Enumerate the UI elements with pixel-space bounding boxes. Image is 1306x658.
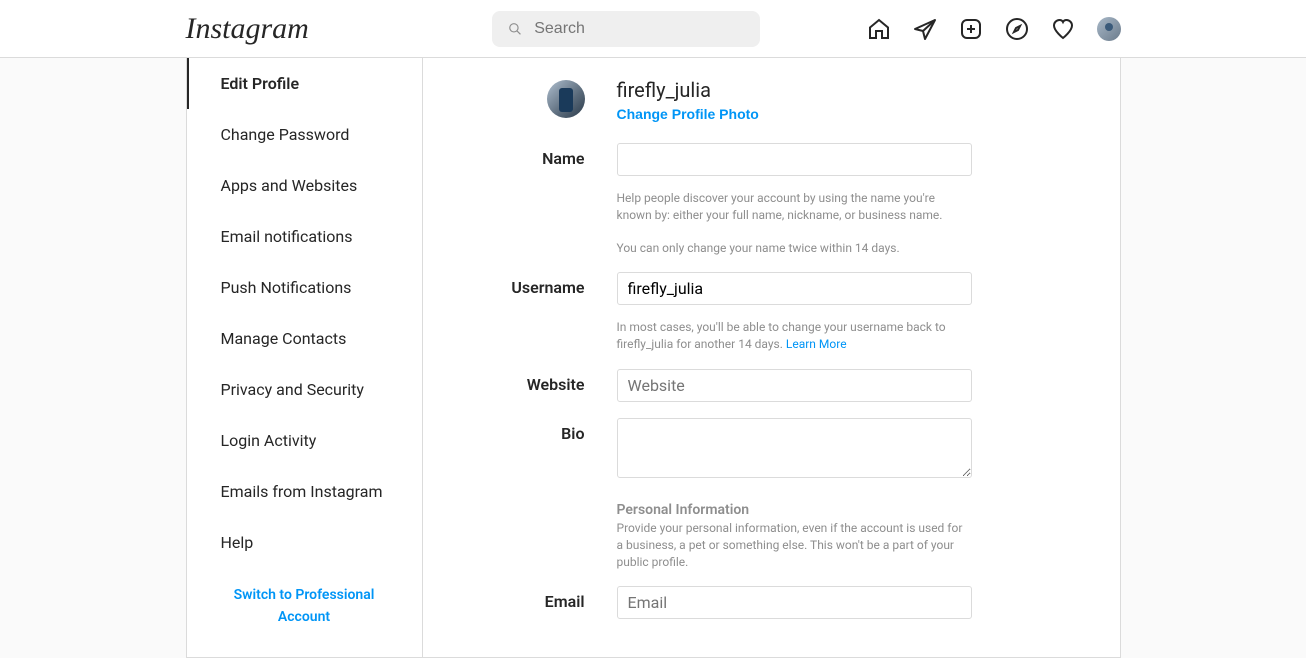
bio-input[interactable]	[617, 418, 972, 478]
personal-info-heading: Personal Information	[617, 502, 972, 518]
username-input[interactable]	[617, 272, 972, 305]
switch-professional-link[interactable]: Switch to Professional Account	[187, 568, 422, 645]
sidebar-item-edit-profile[interactable]: Edit Profile	[187, 58, 422, 109]
username-help: In most cases, you'll be able to change …	[617, 319, 972, 353]
new-post-icon[interactable]	[959, 17, 983, 41]
sidebar-item-apps-websites[interactable]: Apps and Websites	[187, 160, 422, 211]
nav-icons	[867, 17, 1121, 41]
learn-more-link[interactable]: Learn More	[786, 337, 847, 351]
home-icon[interactable]	[867, 17, 891, 41]
personal-info-help: Provide your personal information, even …	[617, 520, 972, 570]
sidebar-item-login-activity[interactable]: Login Activity	[187, 415, 422, 466]
sidebar-item-privacy-security[interactable]: Privacy and Security	[187, 364, 422, 415]
settings-container: Edit Profile Change Password Apps and We…	[186, 58, 1121, 658]
search-input[interactable]	[534, 20, 744, 38]
name-help-2: You can only change your name twice with…	[617, 240, 972, 257]
sidebar-item-emails-from-instagram[interactable]: Emails from Instagram	[187, 466, 422, 517]
messenger-icon[interactable]	[913, 17, 937, 41]
name-input[interactable]	[617, 143, 972, 176]
profile-header: firefly_julia Change Profile Photo	[423, 78, 1120, 123]
website-label: Website	[423, 369, 617, 402]
settings-main: firefly_julia Change Profile Photo Name …	[423, 58, 1120, 657]
username-title: firefly_julia	[617, 78, 759, 102]
name-label: Name	[423, 143, 617, 256]
username-label: Username	[423, 272, 617, 353]
name-help-1: Help people discover your account by usi…	[617, 190, 972, 224]
top-nav: Instagram	[0, 0, 1306, 58]
change-profile-photo-button[interactable]: Change Profile Photo	[617, 106, 759, 122]
website-input[interactable]	[617, 369, 972, 402]
sidebar-item-email-notifications[interactable]: Email notifications	[187, 211, 422, 262]
explore-icon[interactable]	[1005, 17, 1029, 41]
sidebar-item-change-password[interactable]: Change Password	[187, 109, 422, 160]
bio-label: Bio	[423, 418, 617, 570]
email-label: Email	[423, 586, 617, 619]
search-icon	[508, 21, 522, 37]
email-input[interactable]	[617, 586, 972, 619]
search-box[interactable]	[492, 11, 760, 47]
sidebar-item-push-notifications[interactable]: Push Notifications	[187, 262, 422, 313]
activity-icon[interactable]	[1051, 17, 1075, 41]
profile-avatar-nav[interactable]	[1097, 17, 1121, 41]
instagram-logo[interactable]: Instagram	[186, 12, 386, 46]
sidebar-item-manage-contacts[interactable]: Manage Contacts	[187, 313, 422, 364]
sidebar-item-help[interactable]: Help	[187, 517, 422, 568]
profile-avatar[interactable]	[547, 80, 585, 118]
settings-sidebar: Edit Profile Change Password Apps and We…	[187, 58, 423, 657]
